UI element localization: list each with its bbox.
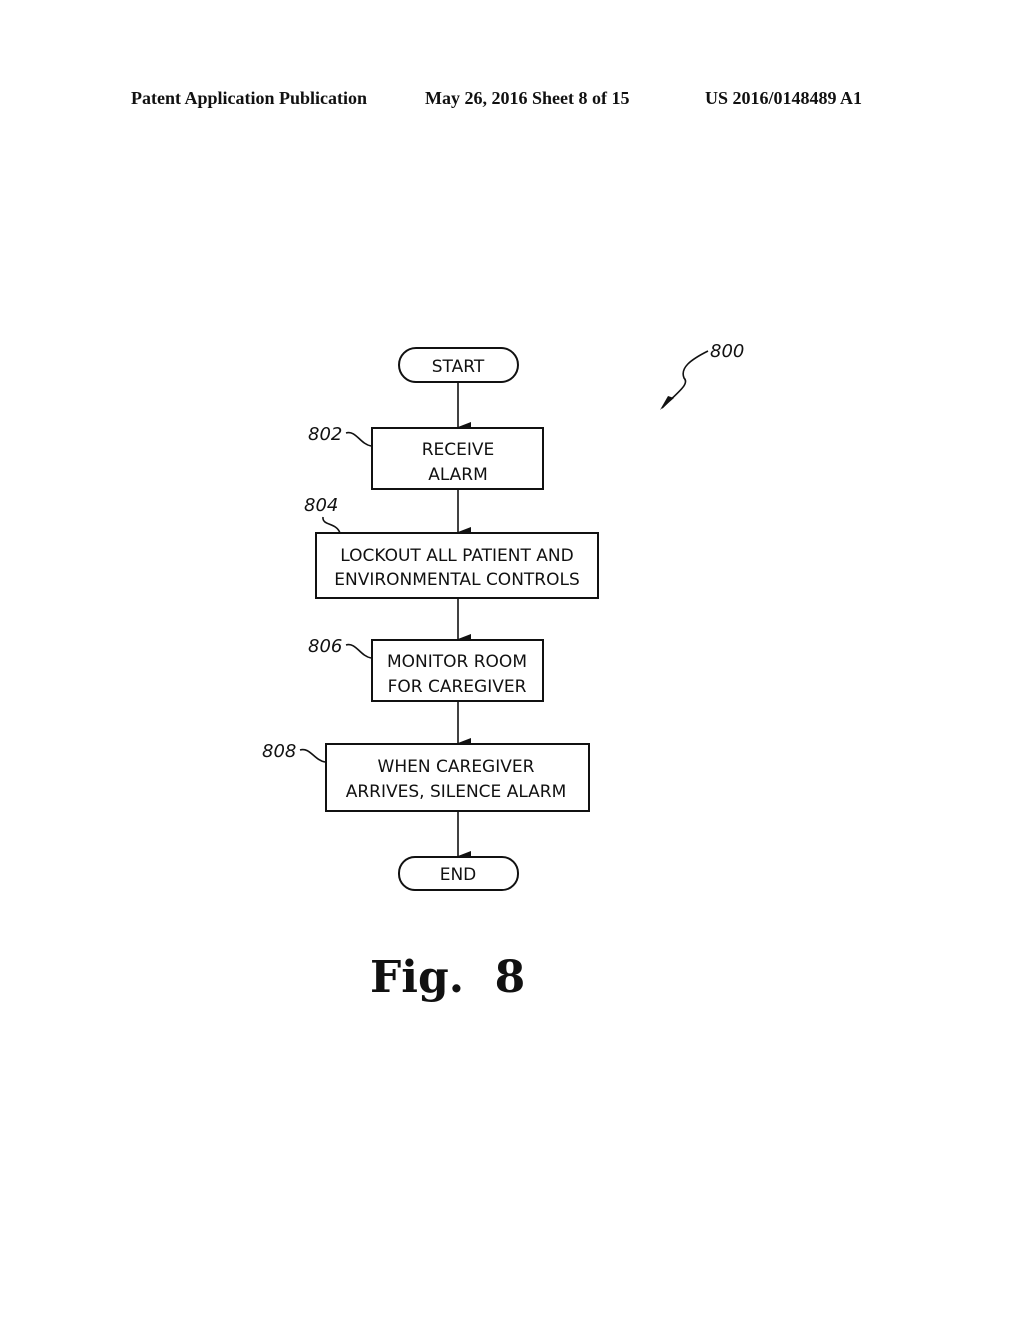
ref-808-leader: [299, 748, 326, 763]
step-806-line1: MONITOR ROOM: [387, 652, 527, 672]
start-label: START: [432, 357, 485, 377]
ref-806-leader: [345, 643, 372, 659]
ref-804-leader: [322, 516, 341, 534]
ref-808: 808: [262, 741, 296, 762]
step-808-line1: WHEN CAREGIVER: [378, 757, 535, 777]
ref-802-leader: [345, 431, 372, 447]
step-806-line2: FOR CAREGIVER: [388, 677, 527, 697]
ref-804: 804: [304, 495, 338, 516]
flowchart: 800 START RECEIVE ALARM 802 LOCKOUT ALL …: [262, 341, 744, 891]
step-802-line2: ALARM: [428, 465, 488, 485]
ref-800-arrowhead: [660, 396, 674, 410]
step-802-line1: RECEIVE: [422, 440, 495, 460]
end-label: END: [440, 865, 477, 885]
ref-802: 802: [308, 424, 342, 445]
step-804-line1: LOCKOUT ALL PATIENT AND: [340, 546, 573, 566]
step-804-line2: ENVIRONMENTAL CONTROLS: [334, 570, 580, 590]
figure-label: Fig. 8: [370, 952, 526, 1003]
ref-800: 800: [710, 341, 744, 362]
step-808-line2: ARRIVES, SILENCE ALARM: [346, 782, 567, 802]
ref-806: 806: [308, 636, 342, 657]
